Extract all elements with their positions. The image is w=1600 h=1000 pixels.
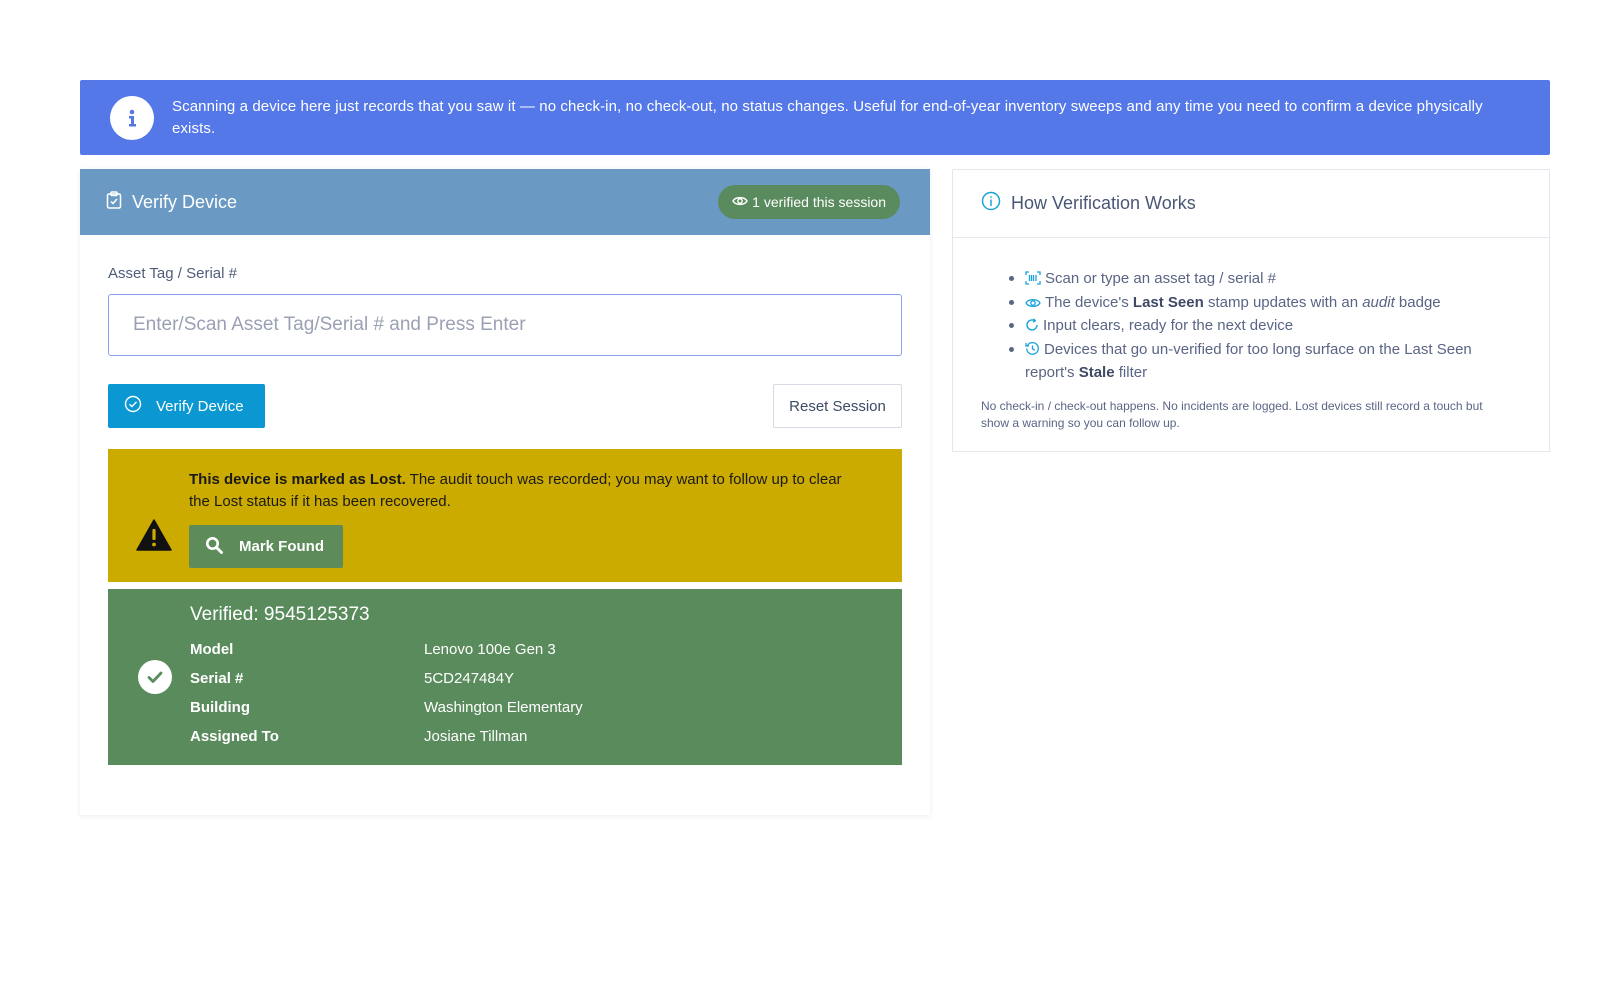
detail-label: Assigned To <box>190 727 279 745</box>
verify-device-button[interactable]: Verify Device <box>108 384 265 428</box>
detail-value: Lenovo 100e Gen 3 <box>424 640 556 658</box>
how-card-title: How Verification Works <box>1011 193 1196 213</box>
verified-result: Verified: 9545125373 Model Lenovo 100e G… <box>108 589 902 765</box>
refresh-icon <box>1025 317 1039 339</box>
verify-card-header: Verify Device 1 verified this session <box>80 169 930 235</box>
warning-triangle-icon <box>136 519 172 556</box>
list-item: Scan or type an asset tag / serial # <box>1009 268 1509 292</box>
list-item: Devices that go un-verified for too long… <box>1009 339 1509 384</box>
reset-session-button[interactable]: Reset Session <box>773 384 902 428</box>
session-count-text: 1 verified this session <box>752 194 886 210</box>
detail-row-model: Model Lenovo 100e Gen 3 <box>190 635 583 664</box>
mark-found-button-label: Mark Found <box>239 538 324 555</box>
check-circle-icon <box>124 395 142 417</box>
barcode-scan-icon <box>1025 270 1041 292</box>
info-banner: Scanning a device here just records that… <box>80 80 1550 155</box>
asset-tag-label: Asset Tag / Serial # <box>108 265 237 282</box>
detail-label: Building <box>190 698 250 716</box>
eye-icon <box>1025 294 1041 316</box>
lost-alert-message: This device is marked as Lost. The audit… <box>189 469 849 513</box>
mark-found-button[interactable]: Mark Found <box>189 525 343 568</box>
step-bold: Last Seen <box>1132 293 1204 311</box>
detail-label: Model <box>190 640 234 658</box>
verified-title: Verified: 9545125373 <box>190 603 370 625</box>
detail-label: Serial # <box>190 669 244 687</box>
how-verification-card: How Verification Works Scan or type an a… <box>952 169 1550 452</box>
how-card-header: How Verification Works <box>953 170 1549 238</box>
how-steps-list: Scan or type an asset tag / serial # The… <box>953 238 1549 384</box>
how-card-note: No check-in / check-out happens. No inci… <box>981 398 1483 430</box>
step-text: stamp updates with an <box>1203 293 1363 311</box>
info-circle-icon <box>110 95 154 140</box>
banner-text: Scanning a device here just records that… <box>172 97 1483 137</box>
step-text: Input clears, ready for the next device <box>1043 317 1294 334</box>
list-item: The device's Last Seen stamp updates wit… <box>1009 292 1509 316</box>
step-text: filter <box>1114 364 1148 381</box>
history-icon <box>1025 341 1040 363</box>
step-bold: Stale <box>1078 364 1115 381</box>
step-text: The device's <box>1045 293 1133 311</box>
detail-row-assigned-to: Assigned To Josiane Tillman <box>190 722 583 751</box>
step-italic: audit <box>1362 293 1395 311</box>
info-circle-outline-icon <box>981 191 1001 216</box>
asset-tag-input[interactable] <box>108 294 902 356</box>
step-text: badge <box>1394 293 1441 311</box>
lost-alert-bold: This device is marked as Lost. <box>189 471 406 488</box>
detail-value: 5CD247484Y <box>424 669 515 687</box>
detail-value: Washington Elementary <box>424 698 583 716</box>
list-item: Input clears, ready for the next device <box>1009 315 1509 339</box>
lost-device-alert: This device is marked as Lost. The audit… <box>108 449 902 582</box>
search-icon <box>205 536 223 558</box>
verify-device-button-label: Verify Device <box>156 397 244 415</box>
clipboard-check-icon <box>106 190 122 214</box>
verify-device-card: Verify Device 1 verified this session As… <box>80 169 930 815</box>
detail-row-serial: Serial # 5CD247484Y <box>190 664 583 693</box>
verify-card-title: Verify Device <box>132 191 238 212</box>
session-count-badge: 1 verified this session <box>718 185 900 219</box>
step-text: Scan or type an asset tag / serial # <box>1045 270 1276 287</box>
eye-icon <box>732 194 748 210</box>
detail-row-building: Building Washington Elementary <box>190 693 583 722</box>
checkmark-icon <box>138 660 172 694</box>
detail-value: Josiane Tillman <box>424 727 528 745</box>
